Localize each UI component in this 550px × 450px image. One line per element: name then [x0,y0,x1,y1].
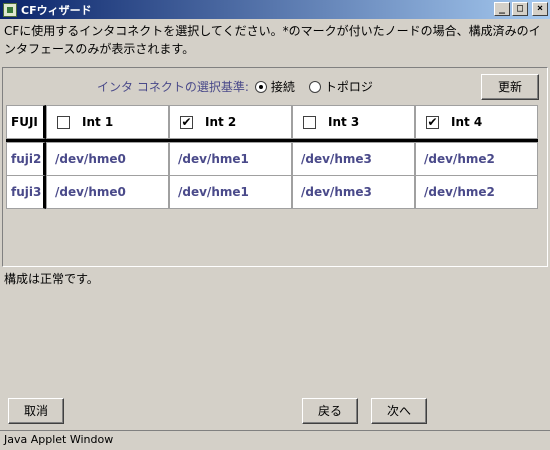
column-label-int3: Int 3 [328,115,360,129]
interconnect-table: FUJI Int 1 ✔ Int 2 Int 3 ✔ Int 4 fuji2 /… [6,105,544,265]
radio-connection[interactable] [254,80,267,93]
interface-cell[interactable]: /dev/hme2 [415,142,538,176]
interconnect-panel: インタ コネクトの選択基準: 接続 トポロジ 更新 FUJI Int 1 ✔ I… [2,67,548,267]
node-name-cell: fuji2 [6,142,46,176]
checkbox-int3[interactable] [303,115,316,129]
back-button[interactable]: 戻る [302,398,358,424]
column-header-int3[interactable]: Int 3 [292,105,415,139]
interface-cell[interactable]: /dev/hme0 [46,175,169,209]
checkbox-int2[interactable]: ✔ [180,115,193,129]
column-header-int1[interactable]: Int 1 [46,105,169,139]
interface-cell[interactable]: /dev/hme2 [415,175,538,209]
cancel-button[interactable]: 取消 [8,398,64,424]
checkbox-int1[interactable] [57,115,70,129]
node-name-cell: fuji3 [6,175,46,209]
interface-cell[interactable]: /dev/hme0 [46,142,169,176]
maximize-button[interactable]: □ [512,2,528,16]
status-message: 構成は正常です。 [4,272,99,286]
table-row: fuji3 /dev/hme0 /dev/hme1 /dev/hme3 /dev… [6,175,538,209]
table-header-row: FUJI Int 1 ✔ Int 2 Int 3 ✔ Int 4 [6,105,538,142]
interface-cell[interactable]: /dev/hme1 [169,142,292,176]
interface-cell[interactable]: /dev/hme3 [292,142,415,176]
table-row: fuji2 /dev/hme0 /dev/hme1 /dev/hme3 /dev… [6,142,538,176]
interface-cell[interactable]: /dev/hme1 [169,175,292,209]
instructions-text: CFに使用するインタコネクトを選択してください。*のマークが付いたノードの場合、… [4,24,541,56]
window-controls: _ □ × [494,2,548,16]
checkbox-int4[interactable]: ✔ [426,115,439,129]
close-button[interactable]: × [532,2,548,16]
refresh-button[interactable]: 更新 [481,74,539,100]
column-header-int2[interactable]: ✔ Int 2 [169,105,292,139]
radio-topology[interactable] [308,80,321,93]
next-button[interactable]: 次へ [371,398,427,424]
criteria-label: インタ コネクトの選択基準: [97,80,249,94]
column-label-int4: Int 4 [451,115,483,129]
app-icon [3,2,17,17]
column-label-int2: Int 2 [205,115,237,129]
column-label-int1: Int 1 [82,115,114,129]
column-header-int4[interactable]: ✔ Int 4 [415,105,538,139]
minimize-button[interactable]: _ [494,2,510,16]
applet-footer: Java Applet Window [0,430,550,450]
interface-cell[interactable]: /dev/hme3 [292,175,415,209]
radio-connection-label[interactable]: 接続 [271,78,295,95]
window-title: CFウィザード [21,3,92,17]
table-corner-cell: FUJI [6,105,46,139]
radio-topology-label[interactable]: トポロジ [325,78,373,95]
title-bar[interactable]: CFウィザード _ □ × [0,0,550,19]
selection-criteria: インタ コネクトの選択基準: 接続 トポロジ [97,78,387,95]
